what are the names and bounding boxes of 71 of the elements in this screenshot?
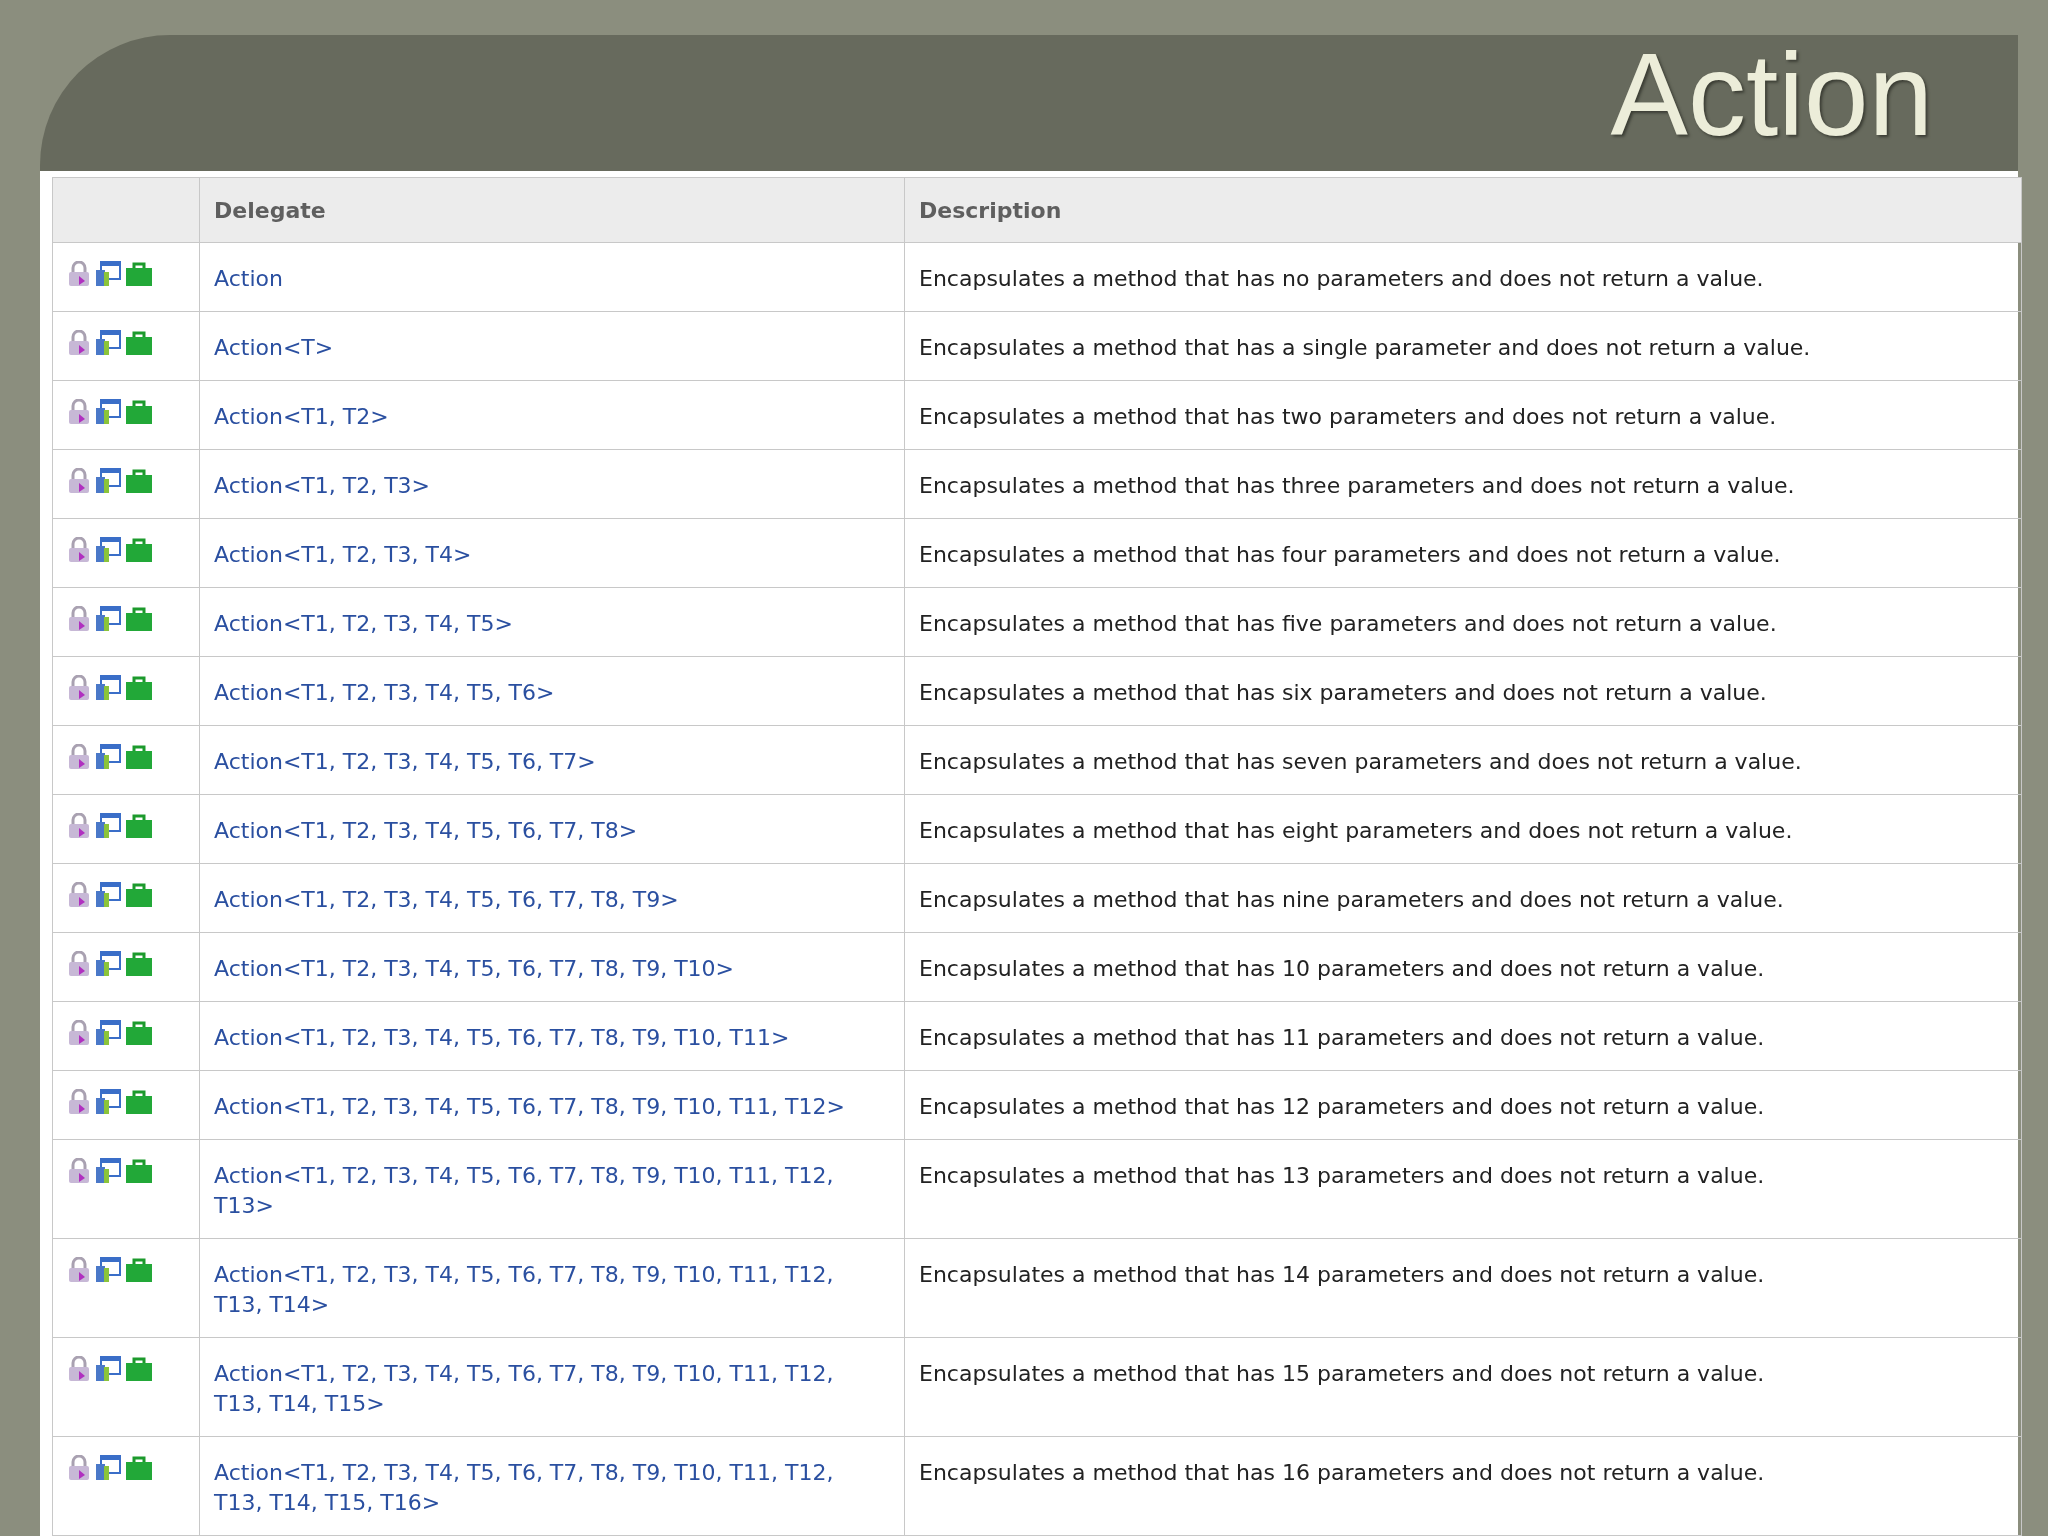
description-text: Encapsulates a method that has 14 parameters and does not return a value. [919, 1262, 1765, 1287]
window-icon [95, 1020, 121, 1046]
description-text: Encapsulates a method that has seven parameters and does not return a value. [919, 749, 1802, 774]
window-icon [95, 951, 121, 977]
padlock-icon [67, 1455, 91, 1481]
description-text: Encapsulates a method that has 15 parameters and does not return a value. [919, 1361, 1765, 1386]
briefcase-icon [125, 330, 153, 356]
description-text: Encapsulates a method that has six parameters and does not return a value. [919, 680, 1767, 705]
window-icon [95, 537, 121, 563]
padlock-icon [67, 882, 91, 908]
window-icon [95, 261, 121, 287]
briefcase-icon [125, 537, 153, 563]
padlock-icon [67, 1356, 91, 1382]
padlock-icon [67, 675, 91, 701]
window-icon [95, 1356, 121, 1382]
window-icon [95, 330, 121, 356]
briefcase-icon [125, 606, 153, 632]
window-icon [95, 1455, 121, 1481]
description-text: Encapsulates a method that has three parameters and does not return a value. [919, 473, 1795, 498]
window-icon [95, 399, 121, 425]
padlock-icon [67, 261, 91, 287]
description-text: Encapsulates a method that has no parameters and does not return a value. [919, 266, 1764, 291]
padlock-icon [67, 1257, 91, 1283]
briefcase-icon [125, 1089, 153, 1115]
briefcase-icon [125, 813, 153, 839]
padlock-icon [67, 951, 91, 977]
padlock-icon [67, 399, 91, 425]
briefcase-icon [125, 1257, 153, 1283]
window-icon [95, 468, 121, 494]
padlock-icon [67, 1089, 91, 1115]
window-icon [95, 1257, 121, 1283]
description-text: Encapsulates a method that has two parameters and does not return a value. [919, 404, 1777, 429]
description-text: Encapsulates a method that has eight parameters and does not return a value. [919, 818, 1793, 843]
description-text: Encapsulates a method that has five parameters and does not return a value. [919, 611, 1777, 636]
padlock-icon [67, 330, 91, 356]
padlock-icon [67, 537, 91, 563]
briefcase-icon [125, 744, 153, 770]
description-text: Encapsulates a method that has 12 parameters and does not return a value. [919, 1094, 1765, 1119]
column-header: Description [904, 177, 2022, 243]
description-text: Encapsulates a method that has 11 parameters and does not return a value. [919, 1025, 1765, 1050]
padlock-icon [67, 813, 91, 839]
window-icon [95, 1089, 121, 1115]
description-text: Encapsulates a method that has four parameters and does not return a value. [919, 542, 1781, 567]
description-text: Encapsulates a method that has a single parameter and does not return a value. [919, 335, 1811, 360]
padlock-icon [67, 1020, 91, 1046]
briefcase-icon [125, 1158, 153, 1184]
window-icon [95, 813, 121, 839]
briefcase-icon [125, 1356, 153, 1382]
column-header: Delegate [199, 177, 905, 243]
window-icon [95, 675, 121, 701]
briefcase-icon [125, 1455, 153, 1481]
window-icon [95, 744, 121, 770]
padlock-icon [67, 744, 91, 770]
briefcase-icon [125, 1020, 153, 1046]
padlock-icon [67, 606, 91, 632]
briefcase-icon [125, 951, 153, 977]
briefcase-icon [125, 675, 153, 701]
description-text: Encapsulates a method that has 10 parameters and does not return a value. [919, 956, 1765, 981]
description-text: Encapsulates a method that has nine parameters and does not return a value. [919, 887, 1784, 912]
slide-title: Action [1610, 37, 1933, 162]
briefcase-icon [125, 468, 153, 494]
padlock-icon [67, 1158, 91, 1184]
briefcase-icon [125, 399, 153, 425]
padlock-icon [67, 468, 91, 494]
window-icon [95, 606, 121, 632]
window-icon [95, 1158, 121, 1184]
window-icon [95, 882, 121, 908]
description-text: Encapsulates a method that has 13 parameters and does not return a value. [919, 1163, 1765, 1188]
briefcase-icon [125, 882, 153, 908]
description-text: Encapsulates a method that has 16 parameters and does not return a value. [919, 1460, 1765, 1485]
briefcase-icon [125, 261, 153, 287]
